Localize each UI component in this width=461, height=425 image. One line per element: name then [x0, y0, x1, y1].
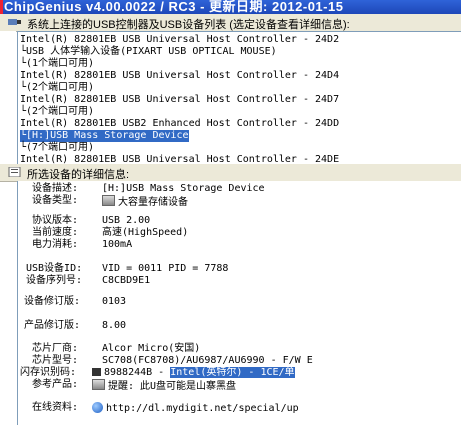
online-link[interactable]: http://dl.mydigit.net/special/up: [106, 403, 299, 414]
online-label: 在线资料:: [32, 402, 79, 413]
flash-id-value: 8988244B - Intel(英特尔) - 1CE/单: [92, 367, 295, 379]
usb-icon: [8, 19, 21, 25]
current-speed-label: 当前速度:: [32, 227, 79, 238]
device-list[interactable]: Intel(R) 82801EB USB Universal Host Cont…: [17, 31, 461, 167]
product-revision-label: 产品修订版:: [24, 320, 81, 331]
chip-vendor-label: 芯片厂商:: [32, 343, 79, 354]
device-description-label: 设备描述:: [32, 183, 79, 194]
flash-id-label: 闪存识别码:: [20, 367, 77, 378]
usb-id-value: VID = 0011 PID = 7788: [102, 263, 229, 274]
chip-model-value: SC708(FC8708)/AU6987/AU6990 - F/W E: [102, 355, 313, 366]
device-type-value-wrap: 大容量存储设备: [102, 195, 188, 208]
list-item[interactable]: Intel(R) 82801EB USB Universal Host Cont…: [20, 70, 339, 82]
flash-id-plain: 8988244B -: [104, 367, 171, 378]
reference-value: 提醒: 此U盘可能是山寨黑盘: [108, 381, 237, 392]
power-value: 100mA: [102, 239, 133, 250]
app-icon: [0, 0, 3, 14]
device-revision-value: 0103: [102, 296, 127, 307]
globe-icon: [92, 402, 103, 413]
chip-icon: [92, 368, 101, 376]
list-item[interactable]: └(2个端口可用): [20, 82, 94, 94]
device-list-header: 系统上连接的USB控制器及USB设备列表 (选定设备查看详细信息):: [0, 14, 461, 32]
chip-model-label: 芯片型号:: [32, 355, 79, 366]
list-item[interactable]: Intel(R) 82801EB USB2 Enhanced Host Cont…: [20, 118, 339, 130]
title-bar: ChipGenius v4.00.0022 / RC3 - 更新日期: 2012…: [0, 0, 461, 14]
details-header-text: 所选设备的详细信息:: [27, 169, 130, 181]
warning-drive-icon: [92, 379, 105, 390]
device-revision-label: 设备修订版:: [24, 296, 81, 307]
reference-value-wrap: 提醒: 此U盘可能是山寨黑盘: [92, 379, 237, 392]
details-header: 所选设备的详细信息:: [0, 164, 461, 182]
current-speed-value: 高速(HighSpeed): [102, 227, 189, 238]
usb-id-label: USB设备ID:: [26, 263, 83, 274]
list-item[interactable]: └(1个端口可用): [20, 58, 94, 70]
list-item[interactable]: └USB 人体学输入设备(PIXART USB OPTICAL MOUSE): [20, 46, 277, 58]
list-item-selected[interactable]: └[H:]USB Mass Storage Device: [20, 130, 189, 142]
list-item[interactable]: Intel(R) 82801EB USB Universal Host Cont…: [20, 34, 339, 46]
list-item[interactable]: └(2个端口可用): [20, 106, 94, 118]
serial-label: 设备序列号:: [26, 275, 83, 286]
list-item[interactable]: └(7个端口可用): [20, 142, 94, 154]
power-label: 电力消耗:: [32, 239, 79, 250]
protocol-version-label: 协议版本:: [32, 215, 79, 226]
list-item[interactable]: Intel(R) 82801EB USB Universal Host Cont…: [20, 94, 339, 106]
serial-value: C8CBD9E1: [102, 275, 151, 286]
chip-vendor-value: Alcor Micro(安国): [102, 343, 201, 354]
device-list-header-text: 系统上连接的USB控制器及USB设备列表 (选定设备查看详细信息):: [27, 19, 350, 31]
details-panel: 设备描述: [H:]USB Mass Storage Device 设备类型: …: [17, 181, 461, 425]
online-value-wrap[interactable]: http://dl.mydigit.net/special/up: [92, 402, 299, 414]
reference-label: 参考产品:: [32, 379, 79, 390]
left-gutter: [0, 31, 16, 425]
flash-id-highlight: Intel(英特尔) - 1CE/单: [170, 367, 295, 378]
window-title: ChipGenius v4.00.0022 / RC3 - 更新日期: 2012…: [4, 0, 344, 14]
info-icon: [8, 167, 21, 177]
drive-icon: [102, 195, 115, 206]
device-type-value: 大容量存储设备: [118, 197, 188, 208]
device-type-label: 设备类型:: [32, 195, 79, 206]
protocol-version-value: USB 2.00: [102, 215, 151, 226]
device-description-value: [H:]USB Mass Storage Device: [102, 183, 265, 194]
product-revision-value: 8.00: [102, 320, 127, 331]
